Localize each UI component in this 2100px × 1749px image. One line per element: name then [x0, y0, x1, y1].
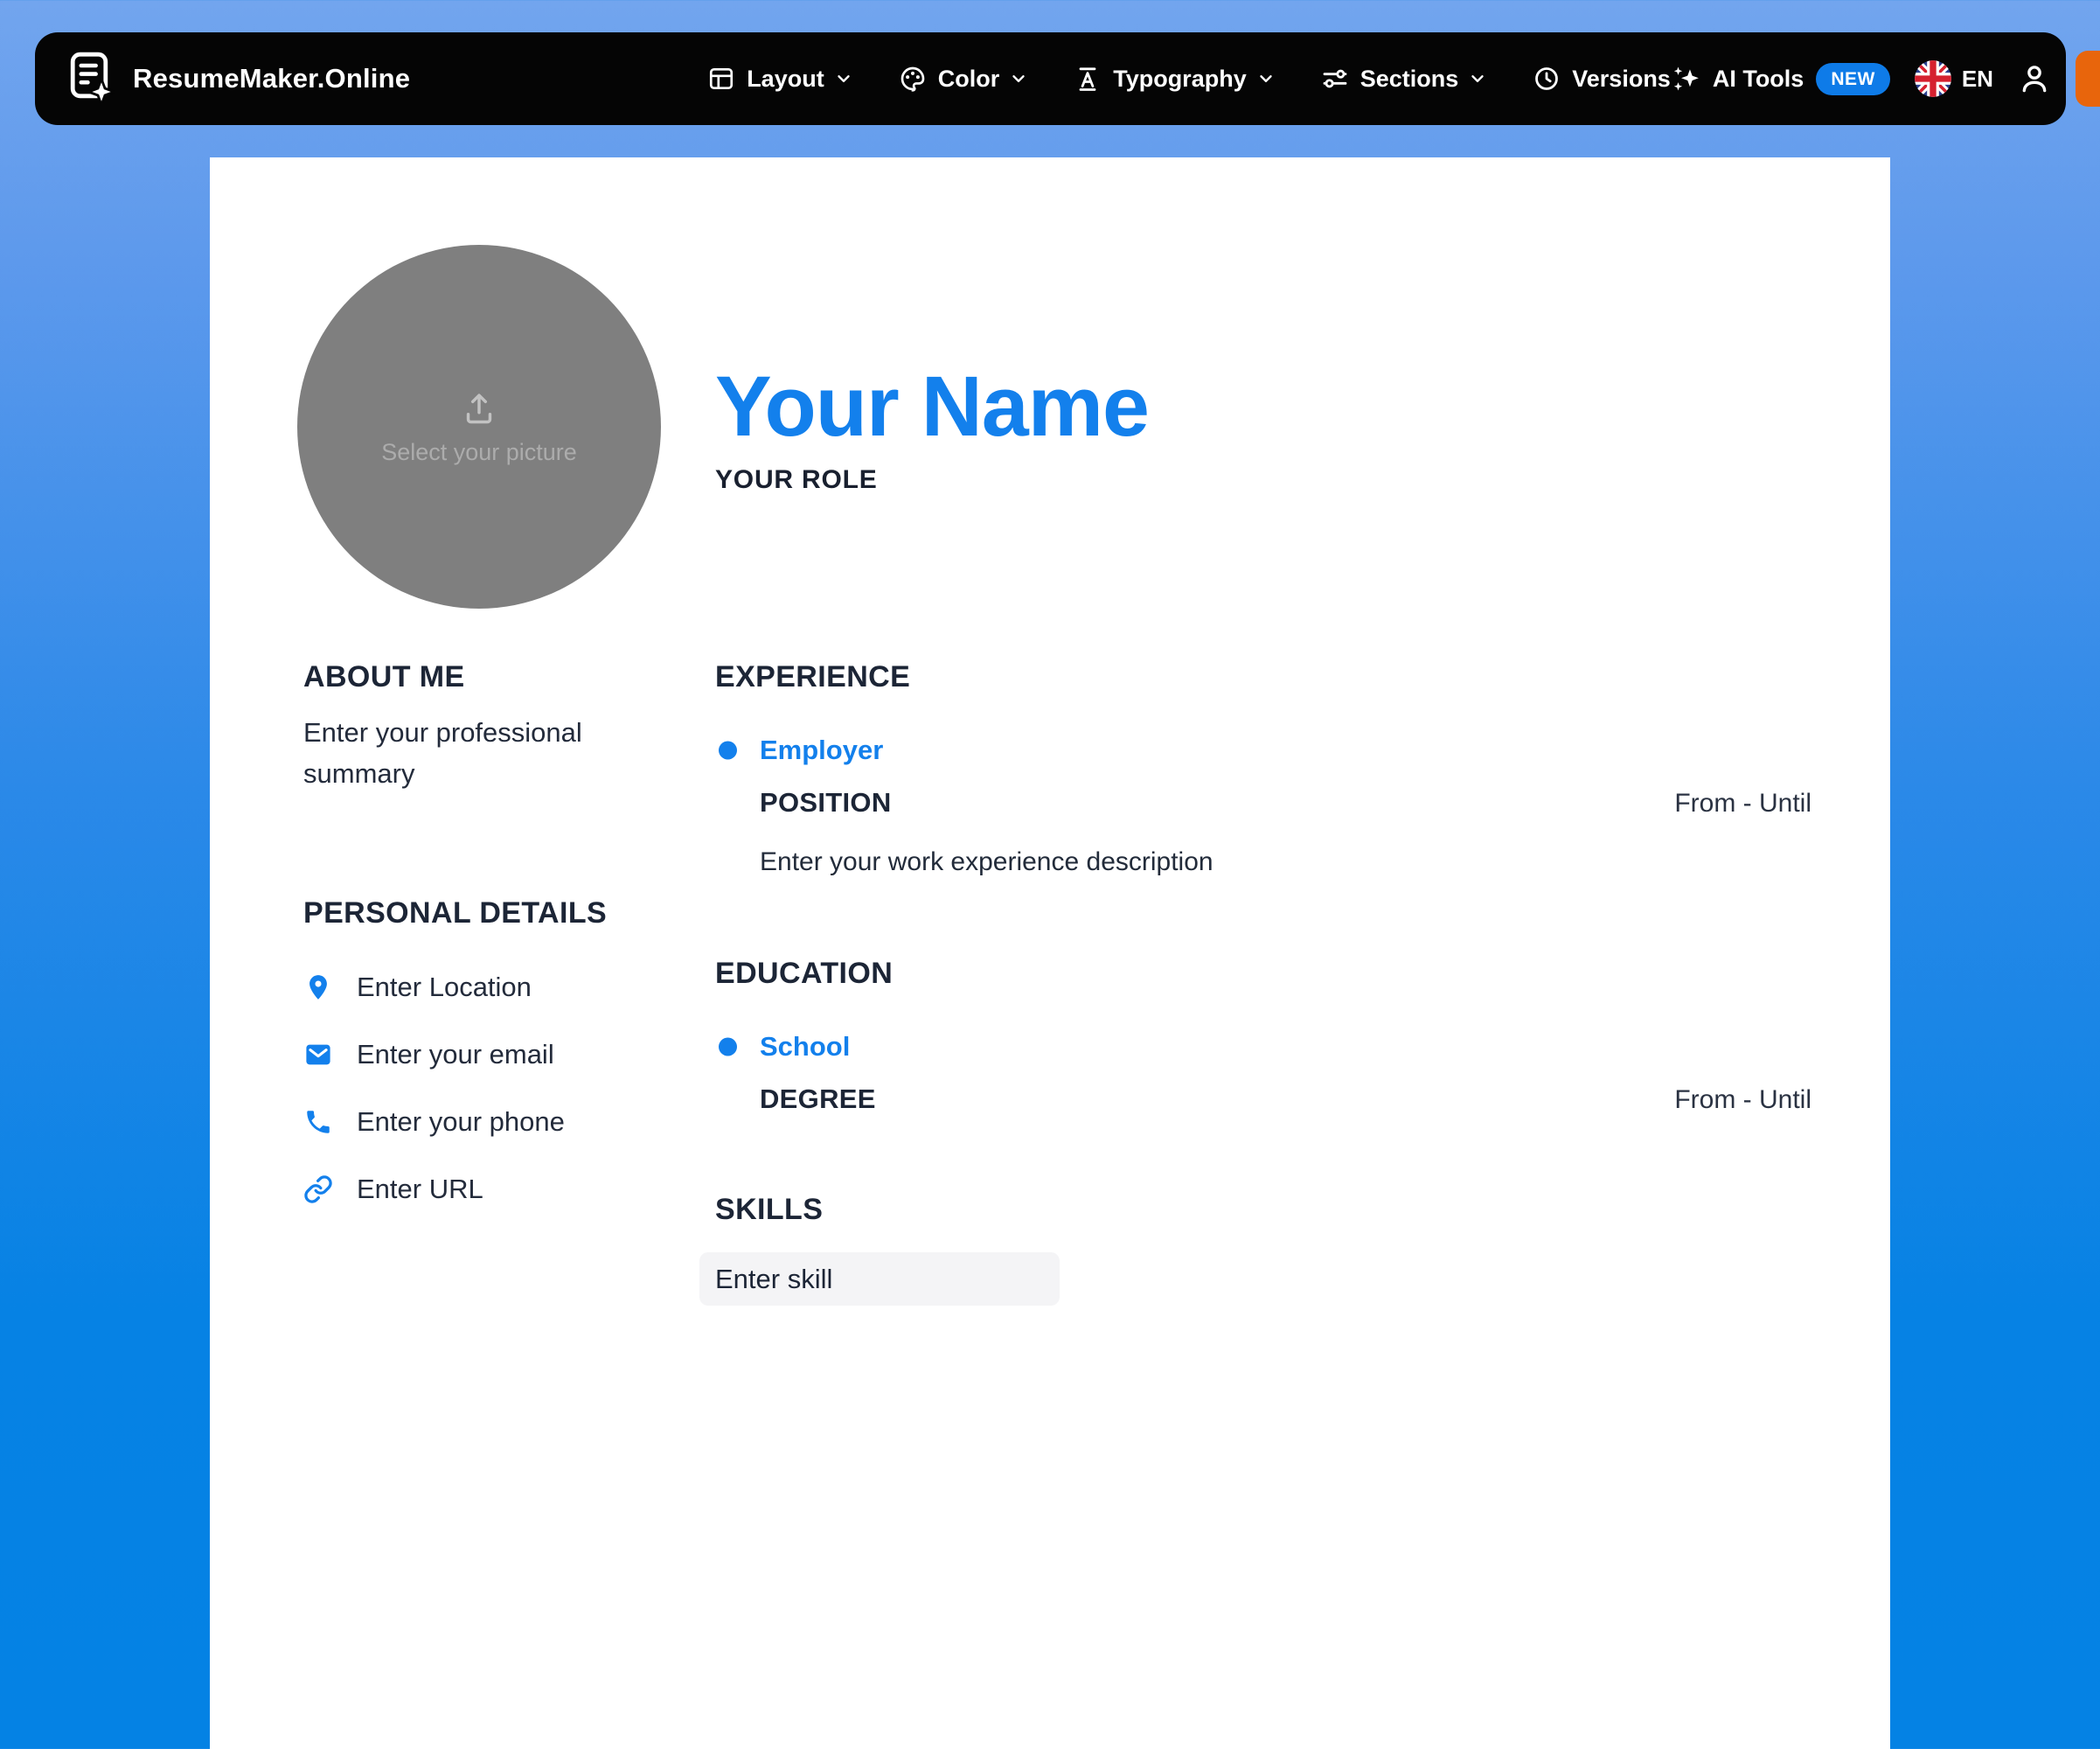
position-field[interactable]: POSITION	[760, 787, 892, 819]
language-selector[interactable]: EN	[1915, 60, 1993, 97]
skill-input[interactable]: Enter skill	[699, 1252, 1060, 1306]
nav-item-typography[interactable]: Typography	[1074, 65, 1276, 93]
url-field[interactable]: Enter URL	[303, 1169, 688, 1209]
nav-right-cluster: AI Tools NEW EN	[1671, 51, 2100, 107]
personal-details-list: Enter Location Enter your email Enter yo…	[303, 967, 688, 1209]
chevron-down-icon	[1468, 69, 1487, 88]
resume-name-field[interactable]: Your Name	[715, 364, 1149, 449]
employer-field[interactable]: Employer	[715, 735, 1811, 766]
right-column: EXPERIENCE Employer POSITION From - Unti…	[715, 660, 1811, 1306]
nav-item-label: Typography	[1113, 66, 1247, 93]
experience-position-row: POSITION From - Until	[715, 787, 1811, 819]
palette-icon	[899, 65, 927, 93]
upload-icon	[459, 388, 499, 429]
nav-item-label: Versions	[1572, 66, 1671, 93]
education-heading: EDUCATION	[715, 957, 1811, 991]
url-label: Enter URL	[357, 1174, 483, 1205]
about-me-heading: ABOUT ME	[303, 660, 688, 694]
location-label: Enter Location	[357, 972, 532, 1003]
phone-field[interactable]: Enter your phone	[303, 1102, 688, 1142]
new-badge: NEW	[1816, 63, 1890, 95]
bullet-icon	[719, 1038, 737, 1056]
chevron-down-icon	[834, 69, 853, 88]
education-degree-row: DEGREE From - Until	[715, 1084, 1811, 1115]
typography-icon	[1074, 65, 1102, 93]
chevron-down-icon	[1009, 69, 1028, 88]
left-column: ABOUT ME Enter your professional summary…	[303, 660, 688, 1209]
resume-document-sparkle-icon	[68, 50, 115, 108]
phone-icon	[303, 1107, 333, 1137]
avatar-upload[interactable]: Select your picture	[297, 245, 661, 609]
nav-item-color[interactable]: Color	[899, 65, 1029, 93]
skills-heading: SKILLS	[715, 1193, 1811, 1227]
school-label: School	[760, 1031, 850, 1063]
email-field[interactable]: Enter your email	[303, 1035, 688, 1075]
uk-flag-icon	[1915, 60, 1951, 97]
nav-item-versions[interactable]: Versions	[1533, 65, 1671, 93]
email-icon	[303, 1040, 333, 1070]
email-label: Enter your email	[357, 1039, 554, 1070]
ai-tools-label: AI Tools	[1713, 66, 1804, 93]
nav-item-sections[interactable]: Sections	[1321, 65, 1488, 93]
link-icon	[303, 1174, 333, 1204]
language-label: EN	[1962, 66, 1993, 93]
phone-label: Enter your phone	[357, 1106, 565, 1138]
school-field[interactable]: School	[715, 1031, 1811, 1063]
nav-menu: Layout Color Typograph	[707, 65, 1671, 93]
ai-tools-button[interactable]: AI Tools NEW	[1671, 63, 1890, 95]
layout-icon	[707, 65, 735, 93]
nav-item-layout[interactable]: Layout	[707, 65, 853, 93]
personal-details-heading: PERSONAL DETAILS	[303, 896, 688, 930]
brand-title: ResumeMaker.Online	[133, 63, 410, 94]
resume-page: Select your picture Your Name YOUR ROLE …	[210, 157, 1890, 1749]
degree-field[interactable]: DEGREE	[760, 1084, 876, 1115]
experience-dates-field[interactable]: From - Until	[1674, 789, 1811, 819]
person-icon[interactable]	[2018, 62, 2051, 95]
nav-item-label: Sections	[1360, 66, 1459, 93]
employer-label: Employer	[760, 735, 883, 766]
sliders-icon	[1321, 65, 1349, 93]
top-navbar: ResumeMaker.Online Layout Color	[35, 32, 2066, 125]
location-icon	[303, 972, 333, 1002]
experience-description-field[interactable]: Enter your work experience description	[715, 847, 1811, 877]
brand[interactable]: ResumeMaker.Online	[68, 50, 410, 108]
sparkles-icon	[1671, 64, 1700, 94]
bullet-icon	[719, 742, 737, 760]
avatar-label: Select your picture	[381, 439, 577, 466]
summary-field[interactable]: Enter your professional summary	[303, 712, 688, 794]
clock-icon	[1533, 65, 1561, 93]
experience-heading: EXPERIENCE	[715, 660, 1811, 694]
location-field[interactable]: Enter Location	[303, 967, 688, 1007]
chevron-down-icon	[1256, 69, 1276, 88]
download-button[interactable]: Download	[2076, 51, 2100, 107]
education-dates-field[interactable]: From - Until	[1674, 1085, 1811, 1115]
nav-item-label: Color	[938, 66, 1000, 93]
nav-item-label: Layout	[747, 66, 824, 93]
resume-role-field[interactable]: YOUR ROLE	[715, 465, 878, 495]
